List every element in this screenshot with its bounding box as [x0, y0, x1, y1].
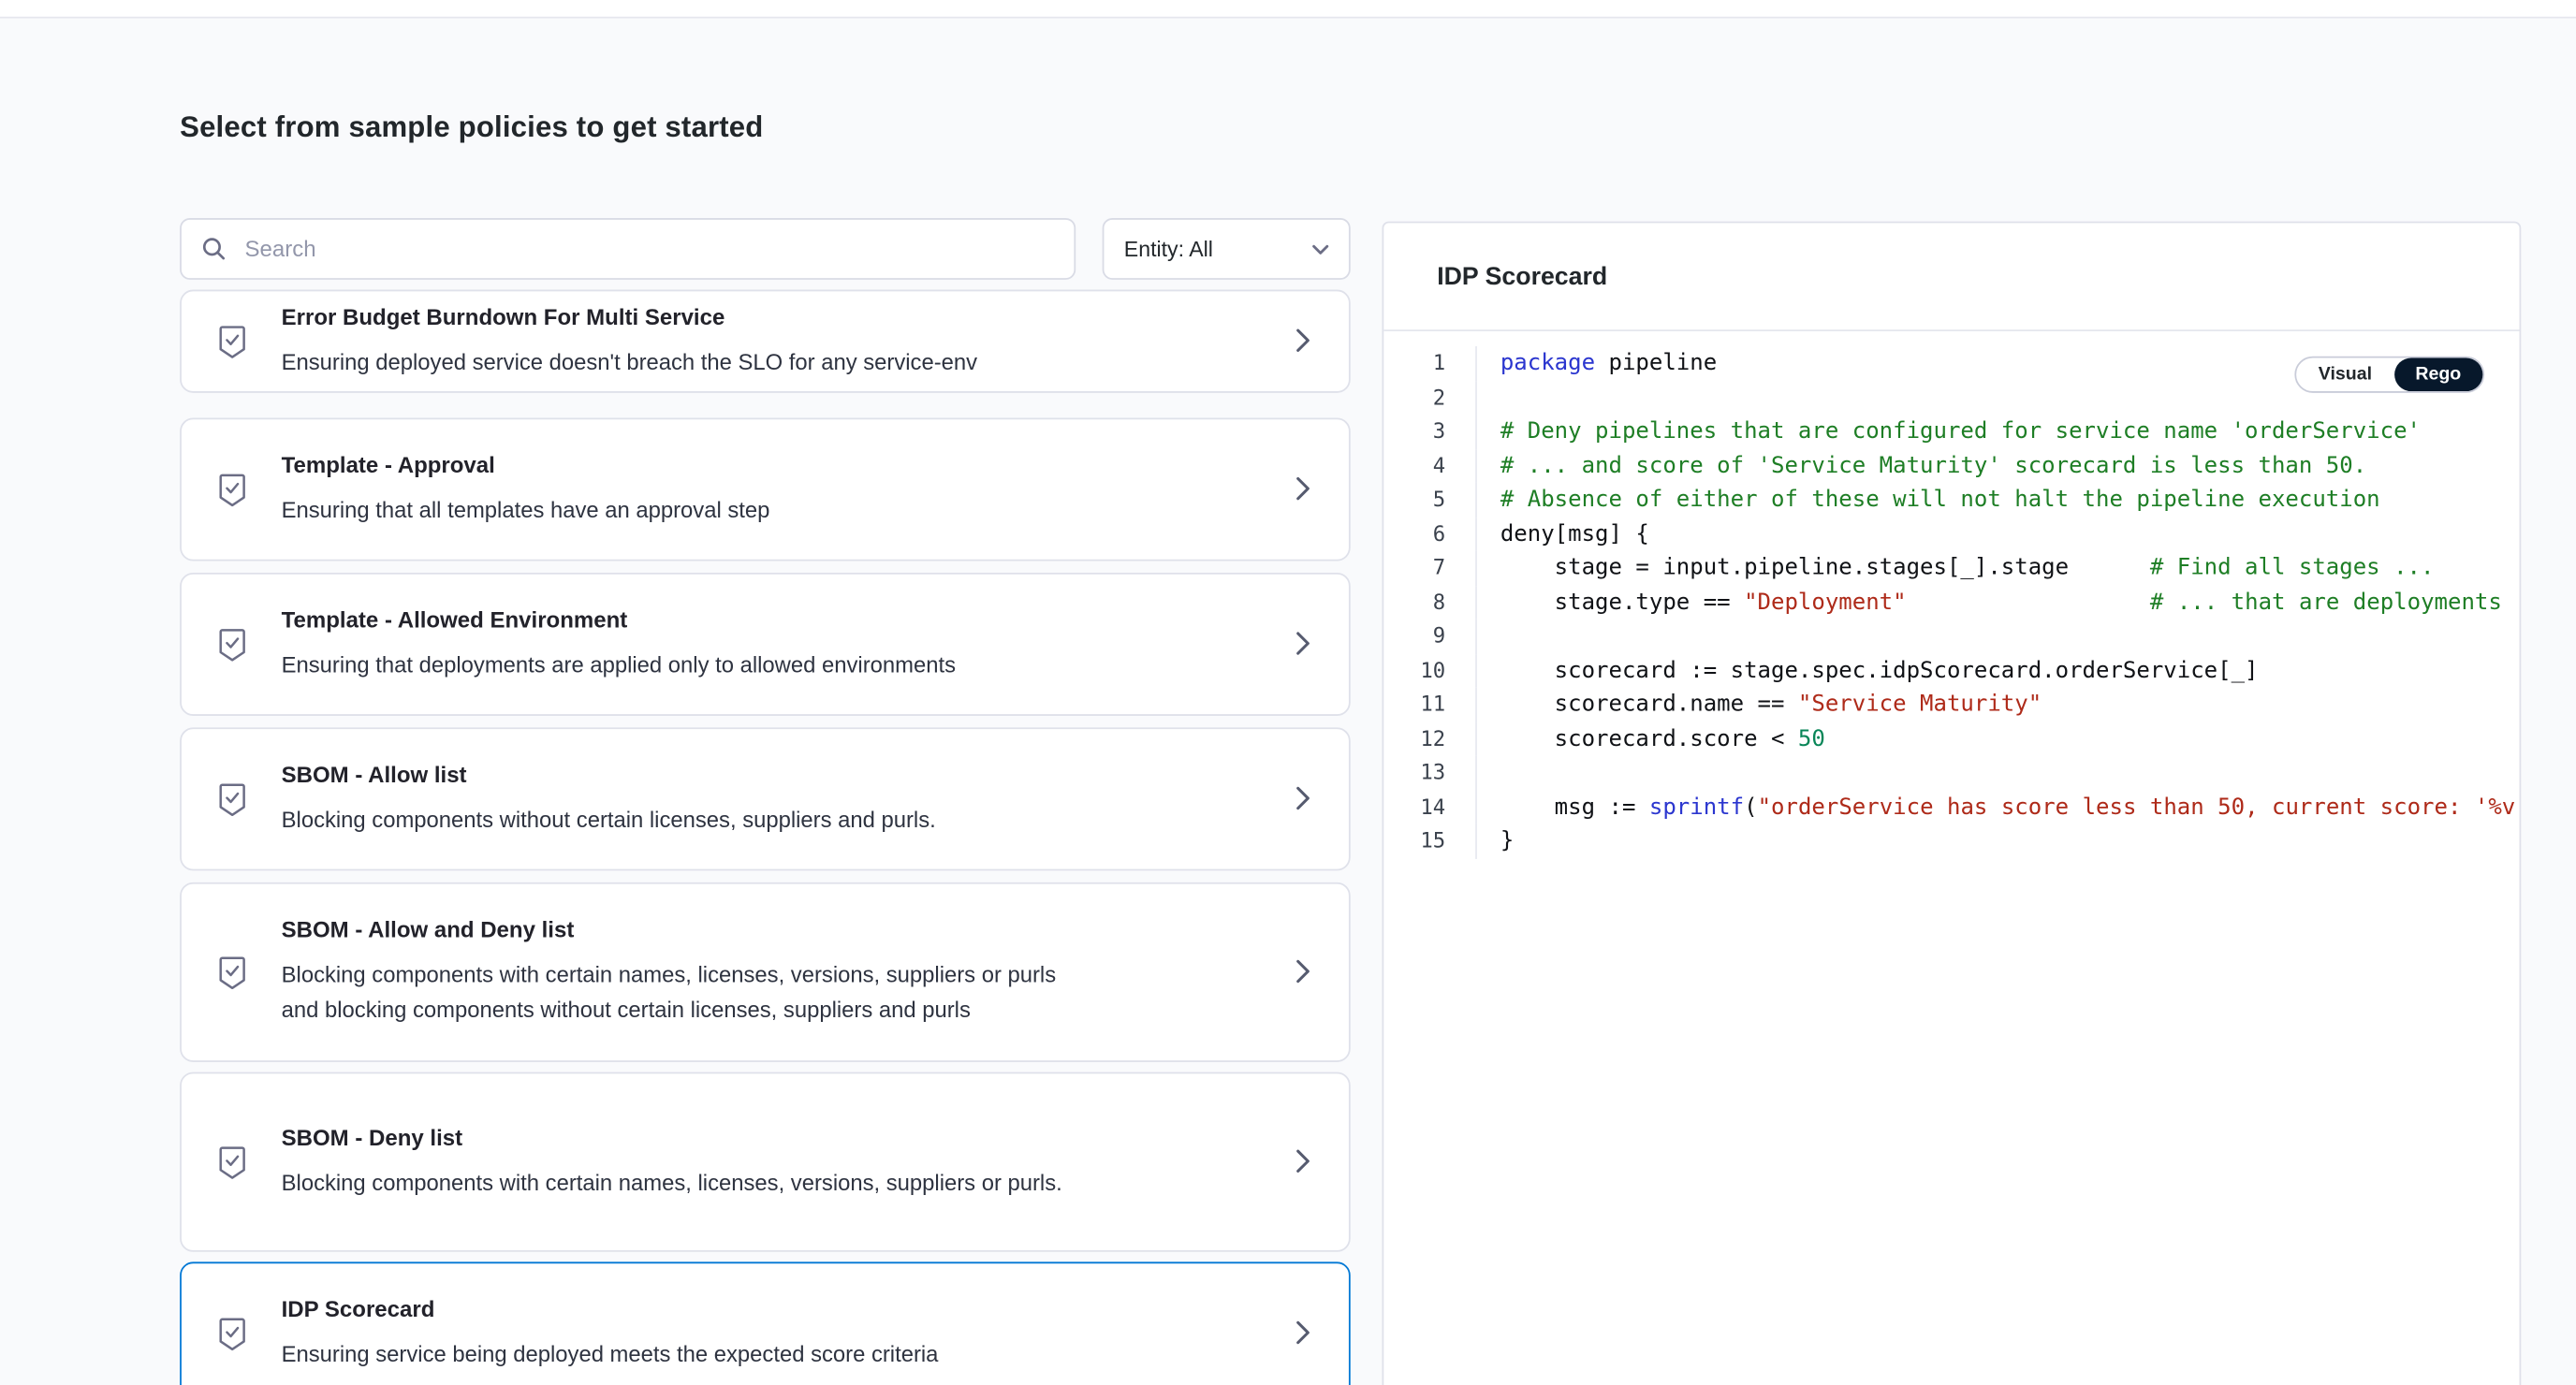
chevron-down-icon [1312, 244, 1329, 255]
top-divider [0, 0, 2576, 19]
policy-description: Ensuring service being deployed meets th… [282, 1336, 1084, 1371]
policy-check-icon [214, 626, 249, 663]
chevron-right-icon [1295, 631, 1312, 657]
policy-title: SBOM - Allow list [282, 762, 1276, 788]
code-line: 7 stage = input.pipeline.stages[_].stage… [1383, 551, 2519, 585]
line-number: 7 [1383, 551, 1477, 585]
code-line: 10 scorecard := stage.spec.idpScorecard.… [1383, 653, 2519, 687]
line-number: 5 [1383, 483, 1477, 517]
toggle-rego[interactable]: Rego [2393, 357, 2482, 391]
code-line: 5# Absence of either of these will not h… [1383, 483, 2519, 517]
code-line: 3# Deny pipelines that are configured fo… [1383, 415, 2519, 448]
policy-title: SBOM - Allow and Deny list [282, 917, 1276, 943]
policy-card-template-approval[interactable]: Template - Approval Ensuring that all te… [180, 418, 1351, 561]
policy-description: Blocking components with certain names, … [282, 957, 1084, 1028]
policy-description: Ensuring that all templates have an appr… [282, 492, 1084, 527]
policy-check-icon [214, 471, 249, 507]
line-number: 11 [1383, 688, 1477, 722]
list-controls: Entity: All [180, 218, 1351, 280]
policy-check-icon [214, 954, 249, 990]
search-box [180, 218, 1076, 280]
toggle-visual[interactable]: Visual [2297, 357, 2394, 391]
policy-description: Ensuring that deployments are applied on… [282, 647, 1084, 681]
code-line: 4# ... and score of 'Service Maturity' s… [1383, 448, 2519, 482]
policy-card-error-budget-burndown[interactable]: Error Budget Burndown For Multi Service … [180, 290, 1351, 393]
policy-description: Blocking components without certain lice… [282, 802, 1084, 837]
policy-card-template-allowed-environment[interactable]: Template - Allowed Environment Ensuring … [180, 573, 1351, 716]
panel-title: IDP Scorecard [1383, 223, 2519, 331]
search-icon [201, 237, 227, 262]
code-line: 9 [1383, 620, 2519, 653]
line-number: 3 [1383, 415, 1477, 448]
page-title: Select from sample policies to get start… [180, 109, 763, 144]
entity-filter-label: Entity: All [1124, 237, 1213, 262]
chevron-right-icon [1295, 328, 1312, 354]
code-line: 12 scorecard.score < 50 [1383, 722, 2519, 755]
code-line: 8 stage.type == "Deployment" # ... that … [1383, 585, 2519, 619]
policy-check-icon [214, 1315, 249, 1351]
policy-title: SBOM - Deny list [282, 1125, 1276, 1151]
line-number: 12 [1383, 722, 1477, 755]
policy-card-list: Error Budget Burndown For Multi Service … [180, 290, 1351, 1385]
policy-detail-panel: IDP Scorecard Visual Rego 1package pipel… [1383, 222, 2522, 1385]
policy-description: Blocking components with certain names, … [282, 1164, 1084, 1199]
policy-check-icon [214, 323, 249, 359]
line-number: 13 [1383, 756, 1477, 790]
search-input[interactable] [242, 235, 1054, 263]
line-number: 9 [1383, 620, 1477, 653]
policy-check-icon [214, 780, 249, 817]
code-line: 13 [1383, 756, 2519, 790]
policy-description: Ensuring deployed service doesn't breach… [282, 343, 1084, 378]
policy-card-sbom-deny-list[interactable]: SBOM - Deny list Blocking components wit… [180, 1072, 1351, 1252]
policy-samples-page: Select from sample policies to get start… [0, 0, 2576, 1385]
policy-card-idp-scorecard[interactable]: IDP Scorecard Ensuring service being dep… [180, 1261, 1351, 1385]
code-editor[interactable]: 1package pipeline23# Deny pipelines that… [1383, 331, 2519, 858]
code-line: 15} [1383, 824, 2519, 858]
entity-filter-select[interactable]: Entity: All [1103, 218, 1351, 280]
policy-title: Template - Approval [282, 452, 1276, 478]
policy-card-sbom-allow-list[interactable]: SBOM - Allow list Blocking components wi… [180, 727, 1351, 870]
policy-title: Template - Allowed Environment [282, 606, 1276, 633]
policy-title: IDP Scorecard [282, 1296, 1276, 1322]
line-number: 6 [1383, 517, 1477, 550]
policy-card-sbom-allow-and-deny-list[interactable]: SBOM - Allow and Deny list Blocking comp… [180, 882, 1351, 1062]
line-number: 1 [1383, 346, 1477, 380]
line-number: 8 [1383, 585, 1477, 619]
line-number: 10 [1383, 653, 1477, 687]
policy-title: Error Budget Burndown For Multi Service [282, 304, 1276, 330]
line-number: 14 [1383, 790, 1477, 824]
main-area: Select from sample policies to get start… [0, 19, 2576, 1385]
chevron-right-icon [1295, 959, 1312, 985]
chevron-right-icon [1295, 786, 1312, 812]
chevron-right-icon [1295, 476, 1312, 503]
line-number: 4 [1383, 448, 1477, 482]
line-number: 2 [1383, 380, 1477, 414]
visual-rego-toggle: Visual Rego [2295, 357, 2484, 393]
chevron-right-icon [1295, 1320, 1312, 1347]
line-number: 15 [1383, 824, 1477, 858]
code-line: 11 scorecard.name == "Service Maturity" [1383, 688, 2519, 722]
code-line: 14 msg := sprintf("orderService has scor… [1383, 790, 2519, 824]
chevron-right-icon [1295, 1148, 1312, 1174]
code-line: 6deny[msg] { [1383, 517, 2519, 550]
policy-check-icon [214, 1144, 249, 1180]
code-lines: 1package pipeline23# Deny pipelines that… [1383, 346, 2519, 858]
policy-list-column: Entity: All [180, 218, 1351, 1385]
